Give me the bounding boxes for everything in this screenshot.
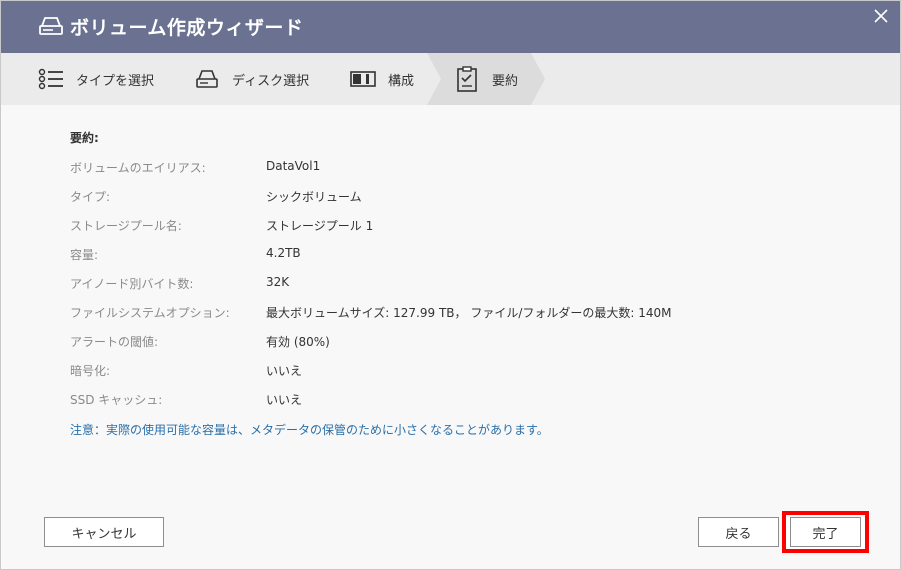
summary-key: ストレージプール名: [70,219,182,233]
summary-row: ストレージプール名: ストレージプール 1 [70,217,870,237]
summary-value: 32K [266,275,290,289]
summary-value: シックボリューム [266,190,362,204]
summary-row: SSD キャッシュ: いいえ [70,391,870,411]
summary-value: DataVol1 [266,159,321,173]
step-select-disk[interactable]: ディスク選択 [196,53,309,105]
cancel-button[interactable]: キャンセル [44,517,164,547]
step-configuration[interactable]: 構成 [350,53,414,105]
summary-row: アイノード別バイト数: 32K [70,275,870,295]
summary-value: いいえ [266,364,303,378]
close-icon[interactable] [872,7,890,25]
summary-key: ボリュームのエイリアス: [70,161,206,175]
summary-key: ファイルシステムオプション: [70,306,230,320]
summary-value: ストレージプール 1 [266,219,374,233]
summary-value: 4.2TB [266,246,301,260]
finish-button[interactable]: 完了 [790,517,861,547]
summary-row: 容量: 4.2TB [70,246,870,266]
summary-heading: 要約: [70,131,99,145]
summary-key: アラートの閾値: [70,335,159,349]
config-icon [350,71,376,87]
summary-row: ボリュームのエイリアス: DataVol1 [70,159,870,179]
finish-button-highlight: 完了 [782,511,869,553]
step-label: 構成 [388,73,415,89]
summary-row: 暗号化: いいえ [70,362,870,382]
back-button[interactable]: 戻る [698,517,779,547]
list-icon [38,68,63,90]
summary-row: タイプ: シックボリューム [70,188,870,208]
summary-key: 暗号化: [70,364,111,378]
disk-icon [196,70,218,88]
title-bar: ボリューム作成ウィザード [1,1,900,53]
clipboard-check-icon [457,66,477,92]
summary-value: 最大ボリュームサイズ: 127.99 TB， ファイル/フォルダーの最大数: 1… [266,306,672,320]
summary-key: タイプ: [70,190,111,204]
summary-row: アラートの閾値: 有効 (80%) [70,333,870,353]
step-summary[interactable]: 要約 [456,53,518,105]
summary-row: ファイルシステムオプション: 最大ボリュームサイズ: 127.99 TB， ファ… [70,304,870,324]
summary-key: 容量: [70,248,99,262]
step-label: タイプを選択 [76,73,155,89]
step-label: 要約 [492,73,519,89]
summary-value: 有効 (80%) [266,335,330,349]
dialog-title: ボリューム作成ウィザード [70,17,304,39]
capacity-note: 注意：実際の使用可能な容量は、メタデータの保管のために小さくなることがあります。 [70,423,549,437]
step-select-type[interactable]: タイプを選択 [38,53,154,105]
step-label: ディスク選択 [232,73,310,89]
wizard-step-bar: タイプを選択 ディスク選択 構成 要約 [1,53,900,105]
drive-icon [39,17,63,35]
summary-value: いいえ [266,393,303,407]
summary-key: SSD キャッシュ: [70,393,163,407]
volume-creation-wizard-dialog: ボリューム作成ウィザード タイプを選択 ディスク選択 構成 要約 要約: ボリュ… [0,0,901,570]
summary-key: アイノード別バイト数: [70,277,194,291]
